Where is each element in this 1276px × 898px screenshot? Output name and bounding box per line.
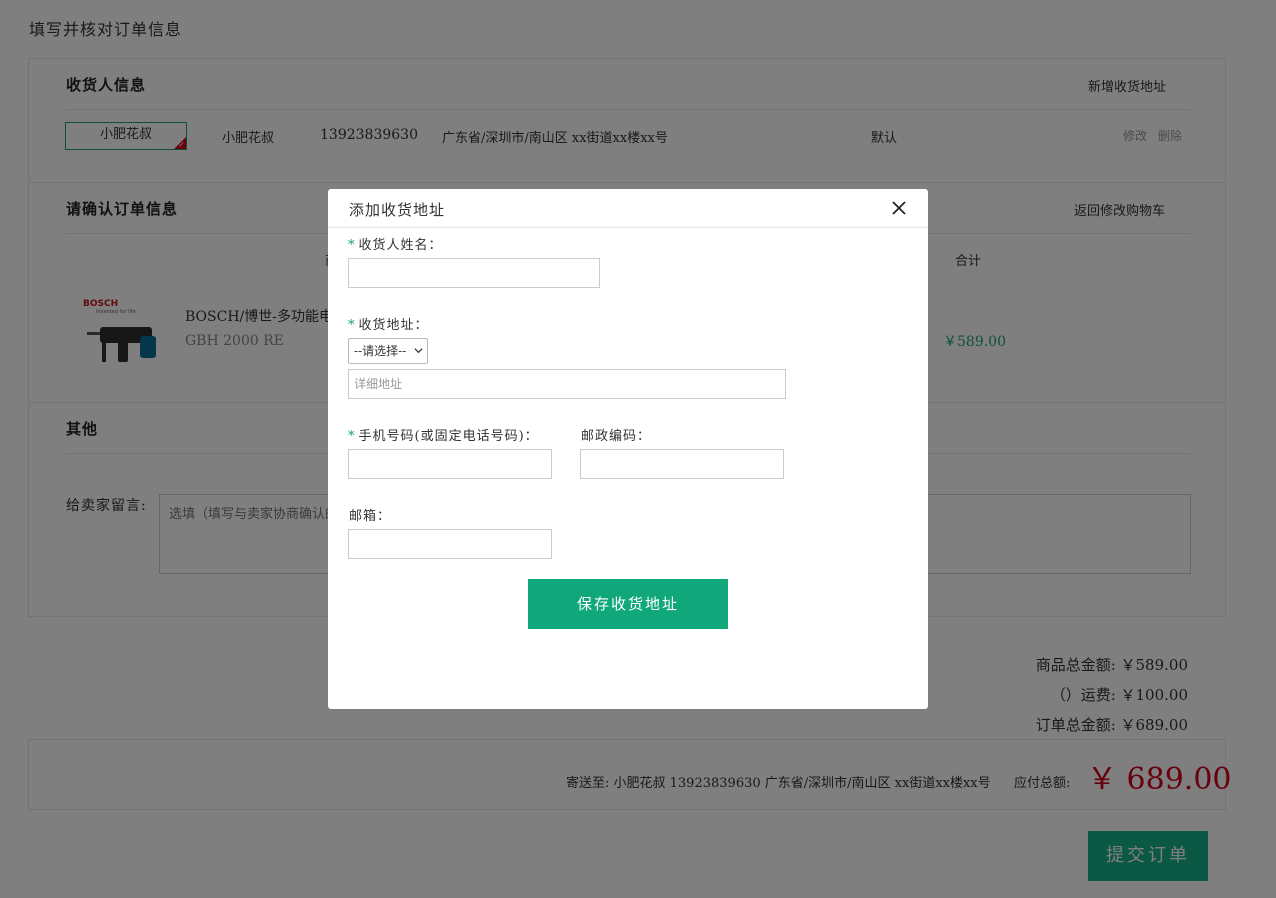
save-address-button[interactable]: 保存收货地址 (528, 579, 728, 629)
region-select-value: --请选择-- (354, 344, 407, 358)
phone-input[interactable] (348, 449, 552, 479)
email-input[interactable] (348, 529, 552, 559)
consignee-name-input[interactable] (348, 258, 600, 288)
required-mark: * (348, 238, 356, 253)
add-address-dialog: 添加收货地址 *收货人姓名： *收货地址： --请选择-- *手机号码(或固定电… (328, 189, 928, 709)
phone-label-text: 手机号码(或固定电话号码)： (358, 429, 539, 444)
email-label: 邮箱： (349, 509, 392, 524)
dialog-title: 添加收货地址 (349, 201, 446, 219)
phone-label: * 手机号码(或固定电话号码)： (348, 425, 539, 444)
region-select[interactable]: --请选择-- (348, 338, 428, 364)
address-label: * 收货地址： (348, 314, 429, 333)
dialog-divider (328, 227, 928, 228)
address-label-text: 收货地址： (358, 318, 429, 333)
name-label-text: 收货人姓名： (358, 238, 443, 253)
name-label: * 收货人姓名： (348, 234, 443, 253)
detail-address-input[interactable] (348, 369, 786, 399)
close-icon[interactable] (888, 197, 910, 219)
zip-label: 邮政编码： (581, 429, 652, 444)
chevron-down-icon (414, 348, 423, 354)
zip-input[interactable] (580, 449, 784, 479)
required-mark: * (348, 429, 356, 444)
required-mark: * (348, 318, 356, 333)
